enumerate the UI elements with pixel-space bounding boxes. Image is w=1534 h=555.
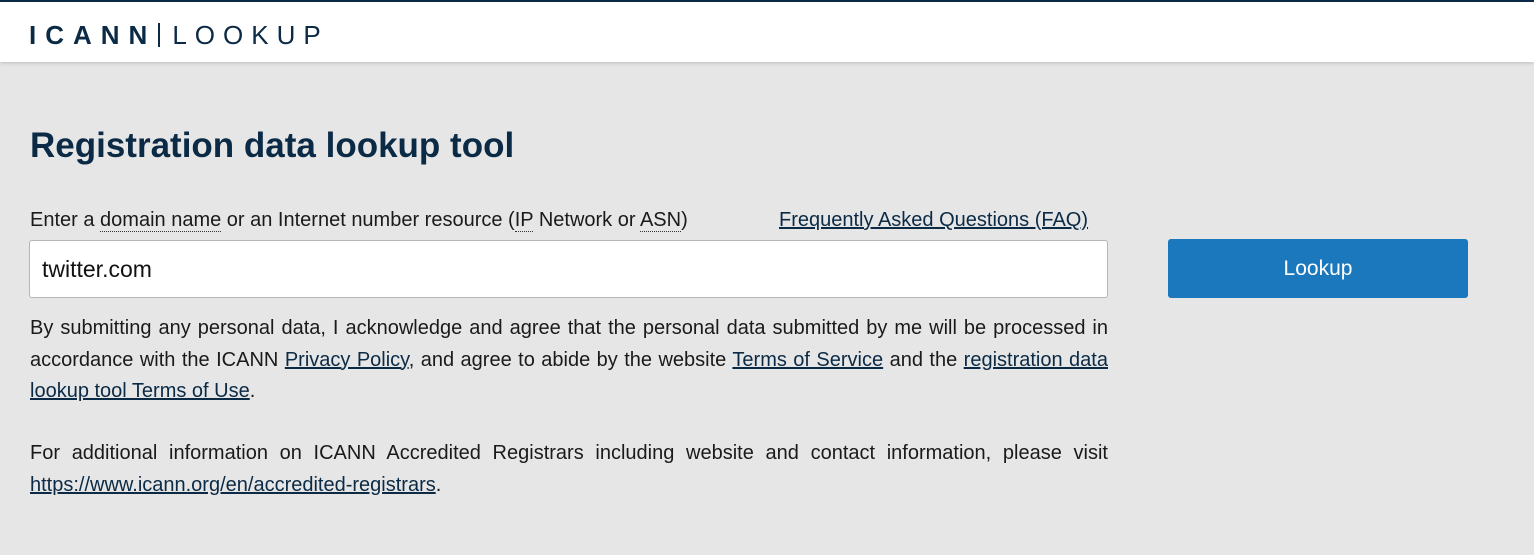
consent-text-2: , and agree to abide by the website bbox=[408, 348, 733, 371]
terms-of-service-link[interactable]: Terms of Service bbox=[732, 349, 883, 371]
icann-lookup-logo[interactable]: ICANN LOOKUP bbox=[29, 18, 329, 52]
consent-text-4: . bbox=[249, 380, 256, 402]
registrar-info-notice: For additional information on ICANN Accr… bbox=[30, 438, 1108, 501]
prompt-middle: or an Internet number resource ( bbox=[221, 209, 515, 231]
info-text-1: For additional information on ICANN Accr… bbox=[30, 442, 1108, 464]
prompt-prefix: Enter a bbox=[30, 209, 101, 231]
page-title: Registration data lookup tool bbox=[30, 126, 515, 165]
domain-search-input[interactable] bbox=[29, 240, 1108, 298]
lookup-button[interactable]: Lookup bbox=[1168, 239, 1468, 298]
info-text-2: . bbox=[435, 473, 442, 496]
top-header-bar: ICANN LOOKUP bbox=[0, 0, 1534, 62]
ip-term[interactable]: IP bbox=[514, 209, 534, 232]
asn-term[interactable]: ASN bbox=[639, 209, 682, 232]
consent-notice: By submitting any personal data, I ackno… bbox=[30, 313, 1108, 408]
logo-divider bbox=[158, 23, 161, 47]
prompt-network-or: Network or bbox=[533, 209, 640, 231]
domain-name-term[interactable]: domain name bbox=[100, 209, 222, 232]
search-prompt-label: Enter a domain name or an Internet numbe… bbox=[30, 209, 688, 232]
prompt-suffix: ) bbox=[681, 209, 688, 231]
accredited-registrars-link[interactable]: https://www.icann.org/en/accredited-regi… bbox=[30, 474, 436, 496]
logo-icann-text: ICANN bbox=[29, 19, 157, 50]
logo-lookup-text: LOOKUP bbox=[172, 19, 329, 50]
privacy-policy-link[interactable]: Privacy Policy bbox=[285, 349, 409, 371]
faq-link[interactable]: Frequently Asked Questions (FAQ) bbox=[779, 209, 1088, 232]
consent-text-3: and the bbox=[883, 348, 964, 371]
